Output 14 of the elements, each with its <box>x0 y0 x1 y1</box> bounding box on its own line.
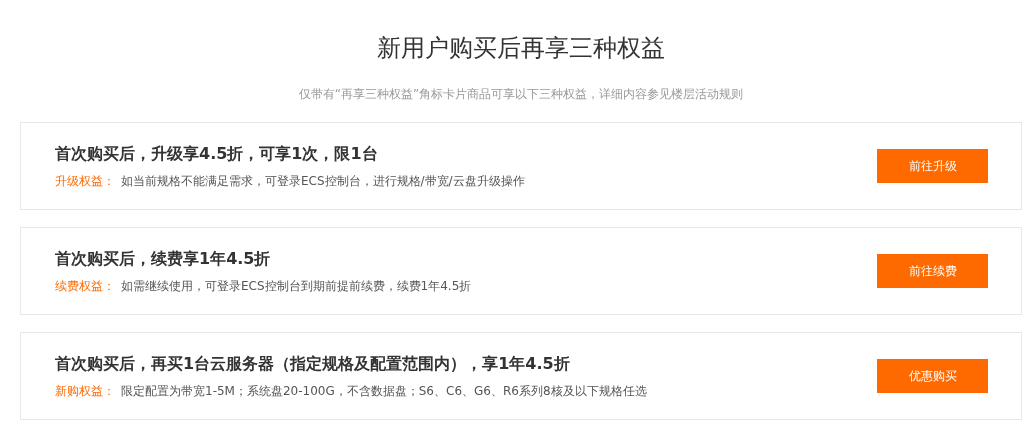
benefit-label: 新购权益： <box>55 383 115 399</box>
benefit-title: 首次购买后，再买1台云服务器（指定规格及配置范围内），享1年4.5折 <box>55 353 571 375</box>
benefit-label: 升级权益： <box>55 173 115 189</box>
benefit-title: 首次购买后，续费享1年4.5折 <box>55 248 272 270</box>
benefit-description: 限定配置为带宽1-5M；系统盘20-100G，不含数据盘；S6、C6、G6、R6系列8核及以下规格任选 <box>121 383 647 399</box>
action-button[interactable]: 优惠购买 <box>877 359 988 393</box>
benefit-label: 续费权益： <box>55 278 115 294</box>
action-button[interactable]: 前往升级 <box>877 149 988 183</box>
benefit-description: 如需继续使用，可登录ECS控制台到期前提前续费，续费1年4.5折 <box>121 278 472 294</box>
benefit-title: 首次购买后，升级享4.5折，可享1次，限1台 <box>55 143 379 165</box>
action-button[interactable]: 前往续费 <box>877 254 988 288</box>
section-subheading: 仅带有“再享三种权益”角标卡片商品可享以下三种权益，详细内容参见楼层活动规则 <box>298 86 744 102</box>
section-heading: 新用户购买后再享三种权益 <box>377 33 665 64</box>
benefit-description: 如当前规格不能满足需求，可登录ECS控制台，进行规格/带宽/云盘升级操作 <box>121 173 525 189</box>
